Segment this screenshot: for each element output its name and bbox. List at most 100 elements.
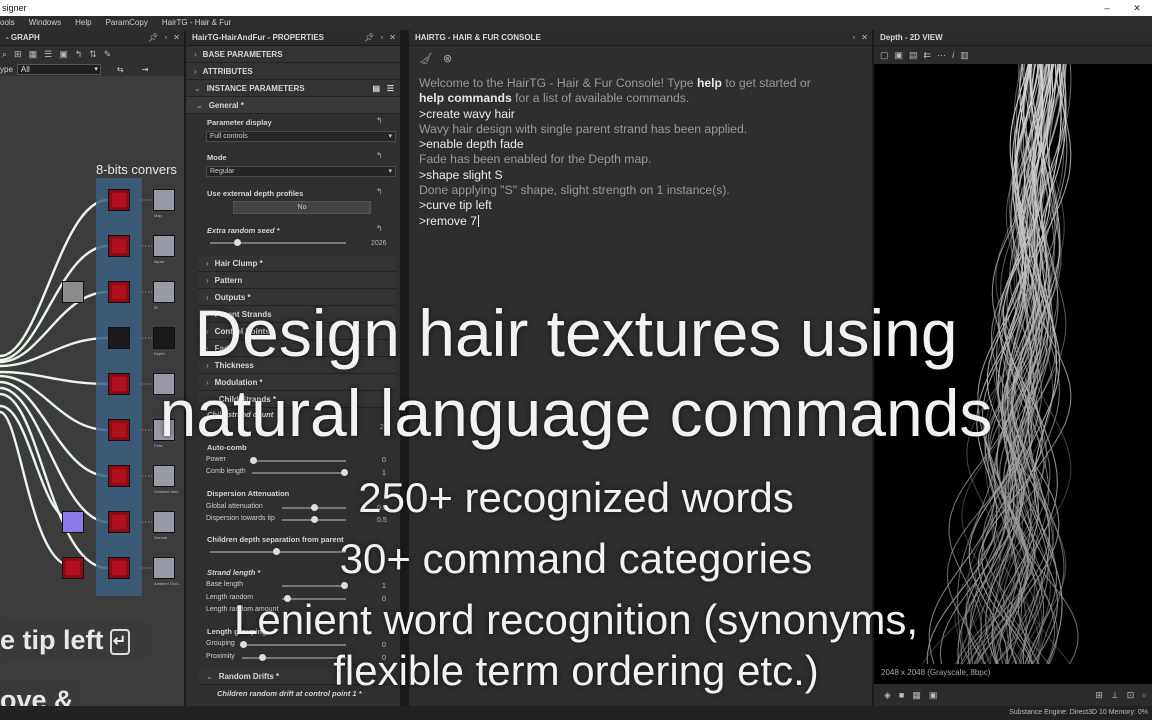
param-display-select[interactable]: Full controls	[206, 131, 396, 142]
menu-icon[interactable]: ☰	[387, 80, 394, 97]
save-icon[interactable]: ▣	[895, 50, 904, 61]
menu-paramcopy[interactable]: ParamCopy	[106, 16, 148, 30]
histogram-icon[interactable]: ▥	[960, 50, 969, 61]
info-icon[interactable]: i	[952, 50, 954, 60]
pin-icon[interactable]: 📌︎	[364, 30, 374, 46]
grouping-slider[interactable]	[242, 644, 346, 646]
disp-tip-knob[interactable]	[311, 516, 318, 523]
group-modulation[interactable]: › Modulation *	[198, 374, 396, 391]
console-input[interactable]: >remove 7	[419, 214, 477, 228]
pin-icon[interactable]: 📌︎	[148, 30, 158, 46]
link-icon[interactable]: ↰	[75, 49, 83, 60]
proximity-knob[interactable]	[259, 654, 266, 661]
seed-slider[interactable]	[210, 242, 346, 244]
graph-node[interactable]	[153, 281, 175, 303]
filter-select[interactable]: All	[16, 63, 101, 75]
graph-node[interactable]	[108, 281, 130, 303]
graph-node[interactable]	[108, 511, 130, 533]
graph-node[interactable]	[108, 373, 130, 395]
graph-node[interactable]	[153, 235, 175, 257]
graph-node[interactable]	[153, 511, 175, 533]
align-icon[interactable]: ⊞	[14, 49, 22, 60]
zoom-icon[interactable]: ▫	[1142, 690, 1145, 700]
checker-icon[interactable]: ▦	[912, 690, 921, 701]
graph-node[interactable]	[153, 189, 175, 211]
fit-icon[interactable]: ⊡	[1127, 690, 1135, 701]
connect-icon[interactable]: ⇅	[89, 49, 97, 60]
graph-node[interactable]	[62, 511, 84, 533]
group-pattern[interactable]: › Pattern	[198, 272, 396, 289]
broom-icon[interactable]: 🧹︎	[419, 52, 433, 65]
power-slider[interactable]	[252, 460, 346, 462]
section-attributes[interactable]: › ATTRIBUTES	[186, 63, 400, 80]
graph-node[interactable]	[108, 557, 130, 579]
graph-node[interactable]	[62, 557, 84, 579]
reset-icon[interactable]: ↰	[376, 151, 383, 160]
console-output[interactable]: Welcome to the HairTG - Hair & Fur Conso…	[419, 76, 811, 229]
close-icon[interactable]: ✕	[389, 30, 396, 46]
image-icon[interactable]: ▣	[929, 690, 938, 701]
group-parent-strands[interactable]: › Parent Strands	[198, 306, 396, 323]
menu-tools[interactable]: ools	[0, 16, 15, 30]
minimize-icon[interactable]: –	[1092, 0, 1122, 16]
graph-canvas[interactable]: 8-bits convers Map Alpha ID Depth Flow G…	[0, 76, 184, 706]
float-icon[interactable]: ▫	[164, 30, 167, 46]
reset-icon[interactable]: ↰	[376, 116, 383, 125]
graph-node[interactable]	[153, 373, 175, 395]
group-control-points[interactable]: › Control Points	[198, 323, 396, 340]
graph-node[interactable]	[108, 235, 130, 257]
copy-icon[interactable]: ▤	[372, 80, 380, 97]
black-bg-icon[interactable]: ■	[899, 690, 904, 700]
group-thickness[interactable]: › Thickness	[198, 357, 396, 374]
graph-node[interactable]	[108, 419, 130, 441]
seed-slider-knob[interactable]	[234, 239, 241, 246]
float-icon[interactable]: ▫	[852, 30, 855, 46]
group-fade[interactable]: › Fade	[198, 340, 396, 357]
base-length-knob[interactable]	[341, 582, 348, 589]
base-length-slider[interactable]	[282, 585, 346, 587]
group-outputs[interactable]: › Outputs *	[198, 289, 396, 306]
export-icon[interactable]: ▤	[909, 50, 918, 61]
reset-icon[interactable]: ↰	[376, 224, 383, 233]
children-depth-knob[interactable]	[273, 548, 280, 555]
global-att-knob[interactable]	[311, 504, 318, 511]
menu-windows[interactable]: Windows	[29, 16, 61, 30]
group-random-drifts[interactable]: ⌄ Random Drifts *	[198, 668, 396, 685]
ext-depth-toggle[interactable]: No	[233, 201, 371, 214]
group-hair-clump[interactable]: › Hair Clump *	[198, 255, 396, 272]
mode-select[interactable]: Regular	[206, 166, 396, 177]
close-icon[interactable]: ✕	[173, 30, 180, 46]
hair-depth-render[interactable]	[874, 64, 1152, 684]
list-icon[interactable]: ☰	[44, 49, 52, 60]
view-toggle-icon[interactable]: ⇆	[117, 65, 124, 74]
proximity-slider[interactable]	[242, 657, 346, 659]
clear-icon[interactable]: ⊗	[443, 52, 452, 65]
graph-node[interactable]	[62, 281, 84, 303]
graph-node[interactable]	[153, 327, 175, 349]
layout-icon[interactable]: ▦	[29, 49, 38, 60]
graph-node[interactable]	[153, 419, 175, 441]
grid-icon[interactable]: ⊞	[1095, 690, 1103, 701]
section-base-parameters[interactable]: › BASE PARAMETERS	[186, 46, 400, 63]
graph-node[interactable]	[108, 189, 130, 211]
tool-icon[interactable]: ✎	[104, 49, 112, 60]
axis-icon[interactable]: ⊥	[1111, 690, 1119, 701]
menu-hairtg[interactable]: HairTG - Hair & Fur	[162, 16, 231, 30]
menu-help[interactable]: Help	[75, 16, 91, 30]
graph-node[interactable]	[108, 327, 130, 349]
layers-icon[interactable]: ◈	[884, 690, 891, 701]
share-icon[interactable]: ⇇	[924, 50, 932, 61]
graph-node[interactable]	[108, 465, 130, 487]
close-icon[interactable]: ✕	[1122, 0, 1152, 16]
comb-length-slider[interactable]	[252, 472, 346, 474]
copy-icon[interactable]: ▢	[880, 50, 889, 61]
group-child-strands[interactable]: ⌄ Child Strands *	[198, 391, 396, 408]
group-general[interactable]: ⌄ General *	[186, 97, 400, 114]
export-icon[interactable]: ⇥	[142, 65, 149, 74]
close-icon[interactable]: ✕	[861, 30, 868, 46]
graph-node[interactable]	[153, 465, 175, 487]
section-instance-parameters[interactable]: ⌄ INSTANCE PARAMETERS ▤ ☰	[186, 80, 400, 97]
reset-icon[interactable]: ↰	[376, 187, 383, 196]
length-random-slider[interactable]	[282, 598, 346, 600]
grouping-knob[interactable]	[240, 641, 247, 648]
